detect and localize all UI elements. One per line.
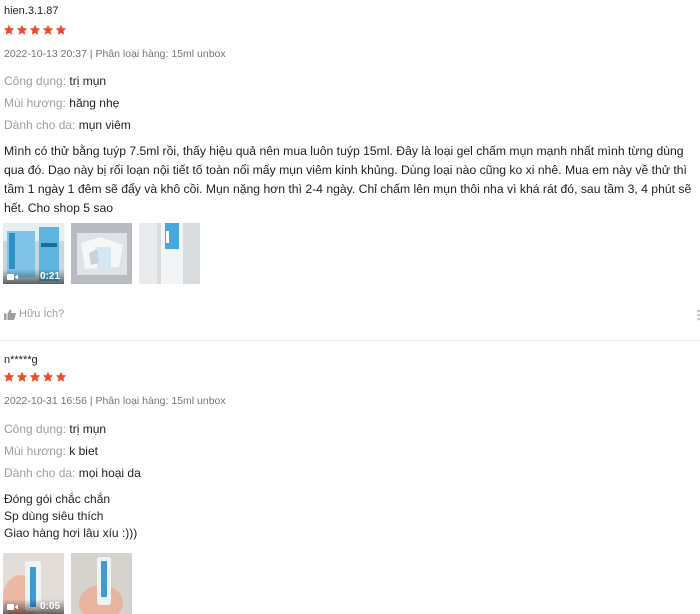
star-icon — [55, 24, 67, 36]
helpful-label: Hữu Ích? — [19, 308, 65, 320]
star-icon — [42, 24, 54, 36]
rating-stars — [3, 371, 67, 383]
attribute-label: Công dụng: — [4, 74, 67, 88]
attribute-label: Dành cho da: — [4, 118, 76, 132]
thumbs-up-icon — [4, 309, 16, 320]
review-image-thumbnail[interactable] — [139, 223, 200, 284]
star-icon — [29, 371, 41, 383]
star-icon — [42, 371, 54, 383]
attribute-label: Mùi hương: — [4, 444, 66, 458]
star-icon — [29, 24, 41, 36]
attribute-skin-type: Dành cho da: mọi hoại da — [4, 466, 141, 480]
attribute-skin-type: Dành cho da: mụn viêm — [4, 118, 131, 132]
review-video-thumbnail[interactable]: 0:05 — [3, 553, 64, 614]
video-camera-icon — [7, 603, 18, 611]
review-text-line: Giao hàng hơi lâu xíu :))) — [4, 526, 138, 540]
review-meta: 2022-10-31 16:56 | Phân loại hàng: 15ml … — [4, 395, 226, 407]
review-image-thumbnail[interactable] — [71, 553, 132, 614]
star-icon — [55, 371, 67, 383]
review-text: Đóng gói chắc chắn Sp dùng siêu thích Gi… — [4, 491, 137, 542]
star-icon — [3, 371, 15, 383]
attribute-scent: Mùi hương: hăng nhẹ — [4, 96, 119, 110]
video-overlay: 0:21 — [3, 269, 64, 284]
attribute-usage: Công dụng: trị mụn — [4, 74, 106, 88]
attribute-value: mọi hoại da — [78, 466, 141, 480]
attribute-label: Công dụng: — [4, 422, 67, 436]
rating-stars — [3, 24, 67, 36]
attribute-scent: Mùi hương: k biet — [4, 444, 98, 458]
review-photo — [71, 223, 132, 284]
star-icon — [16, 371, 28, 383]
attribute-usage: Công dụng: trị mụn — [4, 422, 106, 436]
star-icon — [3, 24, 15, 36]
attribute-value: mụn viêm — [78, 118, 131, 132]
review-text-line: Đóng gói chắc chắn — [4, 492, 111, 506]
attribute-label: Mùi hương: — [4, 96, 66, 110]
review-item: hien.3.1.87 2022-10-13 20:37 | Phân loại… — [0, 0, 700, 340]
reviewer-username[interactable]: hien.3.1.87 — [4, 5, 58, 17]
video-overlay: 0:05 — [3, 599, 64, 614]
video-camera-icon — [7, 273, 18, 281]
review-text: Mình có thử bằng tuýp 7.5ml rồi, thấy hi… — [4, 144, 692, 215]
reviewer-username[interactable]: n*****g — [4, 354, 38, 366]
attribute-value: hăng nhẹ — [69, 96, 120, 110]
attribute-value: trị mụn — [69, 422, 107, 436]
review-text-line: Sp dùng siêu thích — [4, 509, 104, 523]
review-photo — [139, 223, 200, 284]
attribute-value: k biet — [69, 444, 98, 458]
attribute-label: Dành cho da: — [4, 466, 76, 480]
video-duration: 0:05 — [39, 601, 60, 612]
star-icon — [16, 24, 28, 36]
review-photo — [71, 553, 132, 614]
review-image-thumbnail[interactable] — [71, 223, 132, 284]
review-item: n*****g 2022-10-31 16:56 | Phân loại hàn… — [0, 340, 700, 614]
review-video-thumbnail[interactable]: 0:21 — [3, 223, 64, 284]
review-meta: 2022-10-13 20:37 | Phân loại hàng: 15ml … — [4, 48, 226, 60]
attribute-value: trị mụn — [69, 74, 107, 88]
helpful-button[interactable]: Hữu Ích? — [4, 308, 64, 320]
video-duration: 0:21 — [39, 271, 60, 282]
